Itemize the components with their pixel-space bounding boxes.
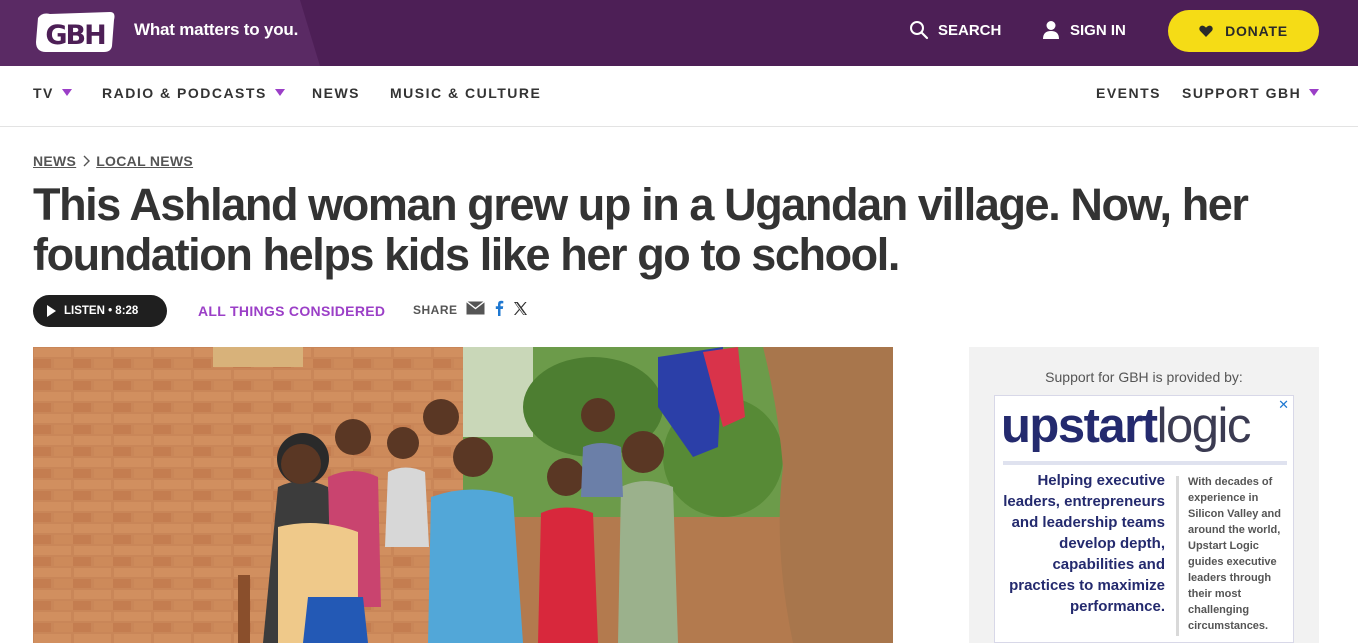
nav-item-radio-podcasts[interactable]: RADIO & PODCASTS [102, 85, 285, 101]
nav-item-label: SUPPORT GBH [1182, 85, 1302, 101]
breadcrumb-news-link[interactable]: NEWS [33, 153, 76, 169]
facebook-icon[interactable] [494, 300, 504, 316]
svg-text:GBH: GBH [45, 20, 105, 51]
ad-headline: Helping executive leaders, entrepreneurs… [1003, 472, 1165, 615]
play-icon [47, 305, 56, 317]
listen-label: LISTEN • 8:28 [64, 305, 139, 317]
donate-label: DONATE [1225, 23, 1288, 39]
search-icon [910, 21, 929, 40]
top-bar: GBH What matters to you. SEARCH SIGN IN … [0, 0, 1358, 66]
x-icon[interactable] [513, 301, 528, 316]
share-icons [466, 300, 528, 316]
ad-divider-rule [1003, 461, 1287, 465]
email-icon[interactable] [466, 301, 485, 315]
nav-item-music-culture[interactable]: MUSIC & CULTURE [390, 85, 541, 101]
nav-item-label: TV [33, 85, 54, 101]
heart-icon [1199, 25, 1213, 37]
caret-down-icon [1309, 88, 1320, 96]
ad-creative[interactable]: ✕ upstartlogic Helping executive leaders… [994, 395, 1294, 643]
hero-photo [33, 347, 893, 643]
listen-button[interactable]: LISTEN • 8:28 [33, 295, 167, 327]
breadcrumb: NEWS LOCAL NEWS [33, 153, 193, 169]
site-tagline: What matters to you. [134, 20, 299, 39]
nav-item-label: NEWS [312, 85, 360, 101]
gbh-logo[interactable]: GBH [32, 10, 116, 54]
ad-body-text: With decades of experience in Silicon Va… [1188, 476, 1281, 632]
nav-item-label: RADIO & PODCASTS [102, 85, 267, 101]
breadcrumb-local-news-link[interactable]: LOCAL NEWS [96, 153, 193, 169]
ad-brand-bold: upstart [1001, 399, 1158, 453]
caret-down-icon [61, 88, 72, 96]
share-label: SHARE [413, 303, 458, 317]
sponsor-label: Support for GBH is provided by: [1045, 369, 1243, 385]
search-button[interactable]: SEARCH [909, 20, 1001, 40]
nav-item-support-gbh[interactable]: SUPPORT GBH [1182, 85, 1320, 101]
nav-item-tv[interactable]: TV [33, 85, 72, 101]
ad-column-divider [1176, 476, 1179, 636]
nav-item-events[interactable]: EVENTS [1096, 85, 1161, 101]
user-icon [1043, 21, 1059, 39]
ad-brand-light: logic [1156, 399, 1252, 453]
search-label: SEARCH [938, 21, 1002, 39]
nav-item-news[interactable]: NEWS [312, 85, 360, 101]
sponsor-ad-panel: Support for GBH is provided by: ✕ upstar… [969, 347, 1319, 643]
main-nav: TV RADIO & PODCASTS NEWS MUSIC & CULTURE… [0, 66, 1358, 127]
nav-item-label: EVENTS [1096, 85, 1162, 101]
donate-button[interactable]: DONATE [1168, 10, 1319, 52]
program-link[interactable]: ALL THINGS CONSIDERED [198, 303, 385, 319]
article-hero-image [33, 347, 893, 643]
sign-in-button[interactable]: SIGN IN [1042, 20, 1126, 40]
sign-in-label: SIGN IN [1070, 21, 1126, 39]
caret-down-icon [274, 88, 285, 96]
article-title: This Ashland woman grew up in a Ugandan … [33, 179, 1249, 280]
ad-close-icon[interactable]: ✕ [1278, 397, 1289, 413]
chevron-right-icon [83, 155, 91, 167]
nav-item-label: MUSIC & CULTURE [390, 85, 542, 101]
ad-brand-logo: upstartlogic [1001, 398, 1252, 454]
